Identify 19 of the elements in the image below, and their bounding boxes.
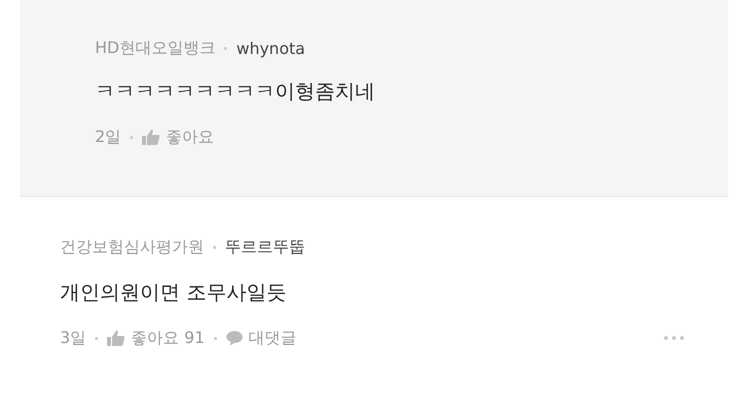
speech-bubble-icon: [226, 330, 243, 346]
dot-icon: [130, 136, 134, 138]
company-name: 건강보험심사평가원: [60, 236, 204, 258]
comment-text: ㅋㅋㅋㅋㅋㅋㅋㅋㅋ이형좀치네: [95, 78, 376, 105]
like-button[interactable]: 좋아요: [142, 126, 214, 148]
dot-icon: [213, 246, 216, 248]
thumbs-up-icon: [142, 129, 160, 145]
comment-age: 3일: [60, 328, 86, 348]
comment-text: 개인의원이면 조무사일듯: [60, 279, 288, 306]
company-name: HD현대오일뱅크: [95, 38, 216, 58]
author-name[interactable]: 뚜르르뚜뚭: [225, 236, 305, 258]
comment-age: 2일: [95, 126, 122, 148]
dot-icon: [95, 336, 98, 340]
dot-icon: [224, 46, 228, 50]
reply-button[interactable]: 대댓글: [226, 328, 297, 348]
author-name[interactable]: whynota: [236, 38, 306, 58]
thumbs-up-icon: [107, 330, 126, 346]
dot-icon: [214, 336, 217, 340]
like-button[interactable]: 좋아요 91: [107, 328, 205, 348]
